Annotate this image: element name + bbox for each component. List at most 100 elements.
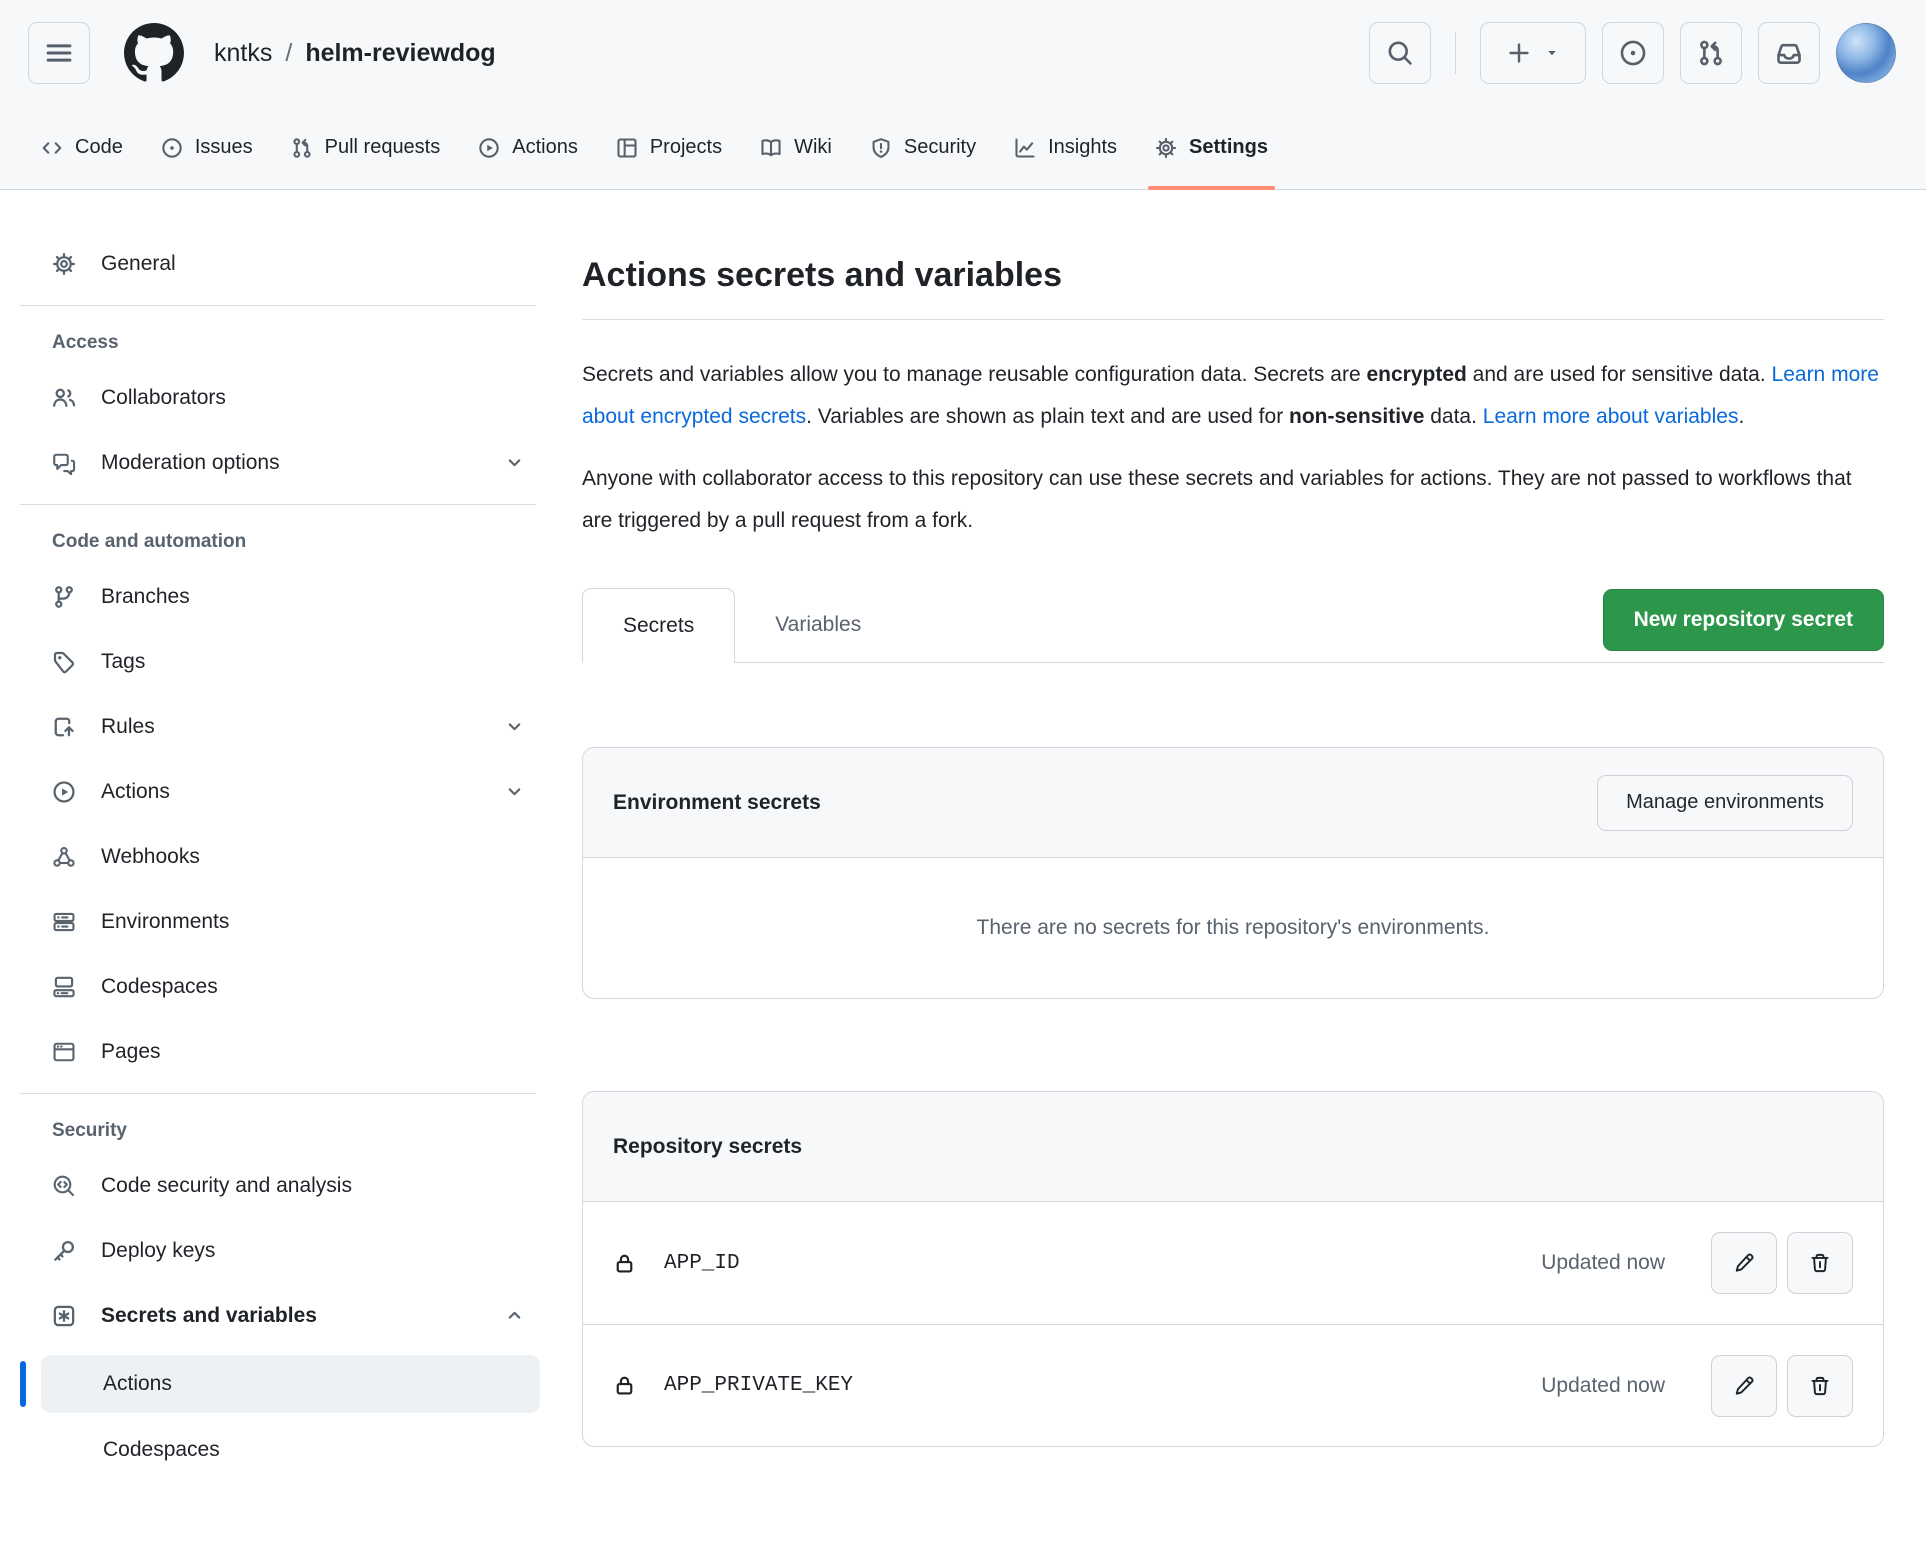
pull-requests-header-button[interactable]: [1680, 22, 1742, 84]
tab-pull-requests[interactable]: Pull requests: [272, 106, 460, 189]
lock-icon: [613, 1252, 636, 1275]
secret-row-actions: [1711, 1354, 1853, 1417]
secret-name: APP_PRIVATE_KEY: [664, 1374, 854, 1397]
intro-text: .: [1738, 405, 1745, 428]
tab-code[interactable]: Code: [22, 106, 142, 189]
chevron-down-icon: [505, 717, 524, 736]
plus-icon: [1506, 40, 1532, 66]
sidebar-subitem-codespaces[interactable]: Codespaces: [41, 1421, 540, 1479]
environment-secrets-empty-state: There are no secrets for this repository…: [976, 916, 1490, 939]
tab-projects[interactable]: Projects: [597, 106, 741, 189]
environment-secrets-header: Environment secrets Manage environments: [583, 748, 1883, 858]
settings-sidebar: General Access Collaborators Moderation …: [0, 190, 566, 1546]
issues-header-button[interactable]: [1602, 22, 1664, 84]
environment-secrets-title: Environment secrets: [613, 790, 821, 814]
chevron-down-icon: [505, 782, 524, 801]
server-icon: [52, 910, 76, 934]
tab-security[interactable]: Security: [851, 106, 995, 189]
book-icon: [760, 137, 782, 159]
sidebar-item-codespaces[interactable]: Codespaces: [26, 961, 540, 1012]
new-repository-secret-button[interactable]: New repository secret: [1602, 589, 1884, 651]
tab-secrets[interactable]: Secrets: [582, 588, 736, 663]
edit-secret-button[interactable]: [1711, 1232, 1777, 1294]
sidebar-item-rules[interactable]: Rules: [26, 701, 540, 752]
intro-text: data.: [1424, 405, 1483, 428]
tab-label: Issues: [194, 136, 253, 158]
intro-bold-non-sensitive: non-sensitive: [1289, 405, 1425, 428]
sidebar-item-label: Codespaces: [101, 974, 218, 998]
breadcrumb: kntks / helm-reviewdog: [214, 39, 496, 68]
tab-label: Pull requests: [324, 136, 441, 158]
tab-label: Wiki: [794, 136, 832, 158]
manage-environments-button[interactable]: Manage environments: [1597, 774, 1853, 831]
header-divider: [1455, 32, 1456, 74]
secret-row-actions: [1711, 1232, 1853, 1294]
main-content: Actions secrets and variables Secrets an…: [566, 190, 1926, 1546]
intro-text: and are used for sensitive data.: [1466, 363, 1772, 386]
sidebar-subitem-label: Codespaces: [103, 1438, 220, 1461]
sidebar-item-secrets-and-variables[interactable]: Secrets and variables: [26, 1290, 540, 1341]
sidebar-item-label: Pages: [101, 1039, 161, 1063]
breadcrumb-repo-link[interactable]: helm-reviewdog: [305, 39, 495, 68]
issue-opened-icon: [161, 137, 183, 159]
secret-updated-timestamp: Updated now: [1541, 1373, 1665, 1397]
avatar[interactable]: [1836, 23, 1896, 83]
sidebar-item-moderation-options[interactable]: Moderation options: [26, 437, 540, 488]
repo-nav: Code Issues Pull requests Actions Projec…: [0, 106, 1926, 190]
tab-settings[interactable]: Settings: [1136, 106, 1287, 190]
sidebar-subitem-actions[interactable]: Actions: [20, 1355, 540, 1413]
tab-variables[interactable]: Variables: [735, 588, 901, 662]
sidebar-item-label: Code security and analysis: [101, 1173, 352, 1197]
edit-secret-button[interactable]: [1711, 1354, 1777, 1417]
key-asterisk-icon: [52, 1304, 76, 1328]
learn-more-variables-link[interactable]: Learn more about variables: [1483, 405, 1739, 428]
people-icon: [52, 386, 76, 410]
tab-label: Security: [903, 136, 977, 158]
tab-label: Settings: [1189, 136, 1268, 158]
tag-icon: [52, 650, 76, 674]
inbox-button[interactable]: [1758, 22, 1820, 84]
delete-secret-button[interactable]: [1787, 1232, 1853, 1294]
collaborator-access-paragraph: Anyone with collaborator access to this …: [582, 467, 1852, 532]
hamburger-menu-button[interactable]: [28, 22, 90, 84]
sidebar-item-collaborators[interactable]: Collaborators: [26, 372, 540, 423]
sidebar-item-pages[interactable]: Pages: [26, 1026, 540, 1077]
sidebar-item-environments[interactable]: Environments: [26, 896, 540, 947]
tab-actions[interactable]: Actions: [459, 106, 597, 189]
secret-updated-timestamp: Updated now: [1541, 1251, 1665, 1274]
sidebar-divider: [20, 305, 536, 306]
tab-insights[interactable]: Insights: [995, 106, 1136, 189]
sidebar-item-label: Deploy keys: [101, 1238, 216, 1262]
tab-label: Actions: [512, 136, 578, 158]
sidebar-item-general[interactable]: General: [26, 238, 540, 289]
repository-secrets-header: Repository secrets: [583, 1092, 1883, 1202]
shield-icon: [870, 137, 892, 159]
sidebar-item-branches[interactable]: Branches: [26, 571, 540, 622]
sidebar-item-code-security[interactable]: Code security and analysis: [26, 1160, 540, 1211]
breadcrumb-separator: /: [285, 38, 293, 67]
tab-label: Insights: [1048, 136, 1118, 158]
search-button[interactable]: [1369, 22, 1431, 84]
delete-secret-button[interactable]: [1787, 1354, 1853, 1417]
gear-icon: [1155, 137, 1177, 159]
codescan-icon: [52, 1174, 76, 1198]
page-title: Actions secrets and variables: [582, 256, 1884, 320]
code-icon: [41, 137, 63, 159]
sidebar-item-tags[interactable]: Tags: [26, 636, 540, 687]
comment-discussion-icon: [52, 451, 76, 475]
sidebar-item-deploy-keys[interactable]: Deploy keys: [26, 1225, 540, 1276]
github-logo[interactable]: [124, 23, 184, 83]
sidebar-item-label: Collaborators: [101, 385, 226, 409]
sidebar-section-security: Security: [52, 1120, 127, 1141]
sidebar-item-actions[interactable]: Actions: [26, 766, 540, 817]
tab-issues[interactable]: Issues: [142, 106, 272, 189]
browser-icon: [52, 1040, 76, 1064]
sidebar-item-webhooks[interactable]: Webhooks: [26, 831, 540, 882]
sidebar-item-label: Moderation options: [101, 450, 280, 474]
create-new-button[interactable]: [1480, 22, 1586, 84]
tab-wiki[interactable]: Wiki: [741, 106, 851, 189]
caret-down-icon: [1544, 45, 1560, 61]
sidebar-item-label: Webhooks: [101, 844, 200, 868]
search-icon: [1386, 39, 1414, 67]
breadcrumb-owner-link[interactable]: kntks: [214, 39, 272, 68]
